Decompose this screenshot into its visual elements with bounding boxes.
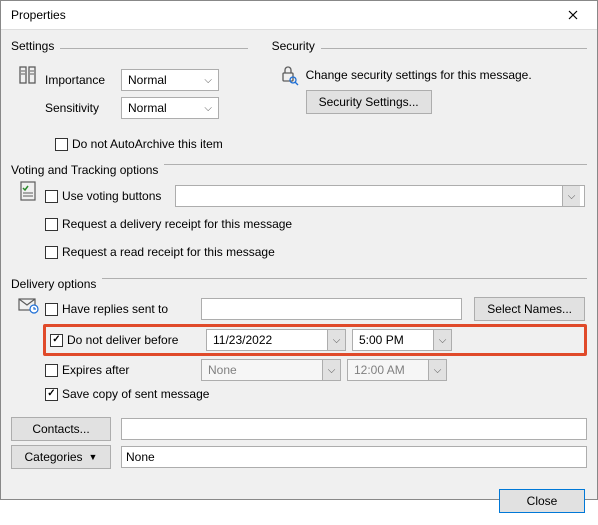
security-group: Security Change security settings for th… — [272, 40, 587, 126]
sensitivity-select[interactable]: Normal ⌵ — [121, 97, 219, 119]
chevron-down-icon: ⌵ — [200, 75, 216, 86]
contacts-input[interactable] — [121, 418, 587, 440]
delivery-group: Delivery options — [11, 278, 587, 409]
categories-button[interactable]: Categories ▼ — [11, 445, 111, 469]
contacts-button[interactable]: Contacts... — [11, 417, 111, 441]
sensitivity-label: Sensitivity — [45, 101, 121, 115]
select-names-button[interactable]: Select Names... — [474, 297, 585, 321]
settings-group: Settings Importance — [11, 40, 248, 126]
use-voting-checkbox[interactable]: Use voting buttons — [45, 186, 161, 206]
importance-select[interactable]: Normal ⌵ — [121, 69, 219, 91]
checklist-icon — [17, 180, 39, 202]
checkbox-icon — [45, 246, 58, 259]
titlebar: Properties — [1, 1, 597, 29]
not-before-time-select[interactable]: 5:00 PM ⌵ — [352, 329, 452, 351]
security-description: Change security settings for this messag… — [306, 64, 585, 90]
chevron-down-icon: ⌵ — [322, 360, 340, 380]
save-copy-checkbox[interactable]: Save copy of sent message — [45, 384, 209, 404]
read-receipt-checkbox[interactable]: Request a read receipt for this message — [45, 242, 275, 262]
properties-icon — [17, 64, 39, 86]
chevron-down-icon: ⌵ — [200, 103, 216, 114]
chevron-down-icon: ⌵ — [327, 330, 345, 350]
properties-dialog: Properties Settings — [0, 0, 598, 500]
chevron-down-icon: ⌵ — [562, 186, 580, 206]
security-settings-button[interactable]: Security Settings... — [306, 90, 432, 114]
checkbox-icon — [45, 303, 58, 316]
checkbox-icon — [55, 138, 68, 151]
dropdown-triangle-icon: ▼ — [89, 452, 98, 462]
categories-input[interactable]: None — [121, 446, 587, 468]
have-replies-checkbox[interactable]: Have replies sent to — [45, 299, 168, 319]
close-icon[interactable] — [555, 1, 591, 29]
checkbox-icon — [45, 364, 58, 377]
replies-to-input[interactable] — [201, 298, 462, 320]
lock-search-icon — [278, 64, 300, 86]
expires-after-checkbox[interactable]: Expires after — [45, 360, 129, 380]
delivery-legend: Delivery options — [11, 277, 102, 291]
envelope-clock-icon — [17, 294, 39, 316]
expires-time-select[interactable]: 12:00 AM ⌵ — [347, 359, 447, 381]
chevron-down-icon: ⌵ — [428, 360, 446, 380]
settings-legend: Settings — [11, 39, 60, 53]
delivery-receipt-checkbox[interactable]: Request a delivery receipt for this mess… — [45, 214, 292, 234]
voting-buttons-combo[interactable]: ⌵ — [175, 185, 585, 207]
voting-legend: Voting and Tracking options — [11, 163, 164, 177]
security-legend: Security — [272, 39, 321, 53]
voting-group: Voting and Tracking options Use — [11, 164, 587, 270]
checkbox-icon — [45, 190, 58, 203]
do-not-deliver-checkbox[interactable]: Do not deliver before — [50, 330, 178, 350]
autoarchive-checkbox[interactable]: Do not AutoArchive this item — [55, 134, 223, 154]
do-not-deliver-highlight: Do not deliver before 11/23/2022 ⌵ 5:00 … — [43, 324, 587, 356]
chevron-down-icon: ⌵ — [433, 330, 451, 350]
close-button[interactable]: Close — [499, 489, 585, 513]
checkbox-icon — [45, 218, 58, 231]
importance-label: Importance — [45, 73, 121, 87]
expires-date-select[interactable]: None ⌵ — [201, 359, 341, 381]
window-title: Properties — [11, 8, 66, 22]
checkbox-checked-icon — [50, 334, 63, 347]
checkbox-checked-icon — [45, 388, 58, 401]
not-before-date-select[interactable]: 11/23/2022 ⌵ — [206, 329, 346, 351]
